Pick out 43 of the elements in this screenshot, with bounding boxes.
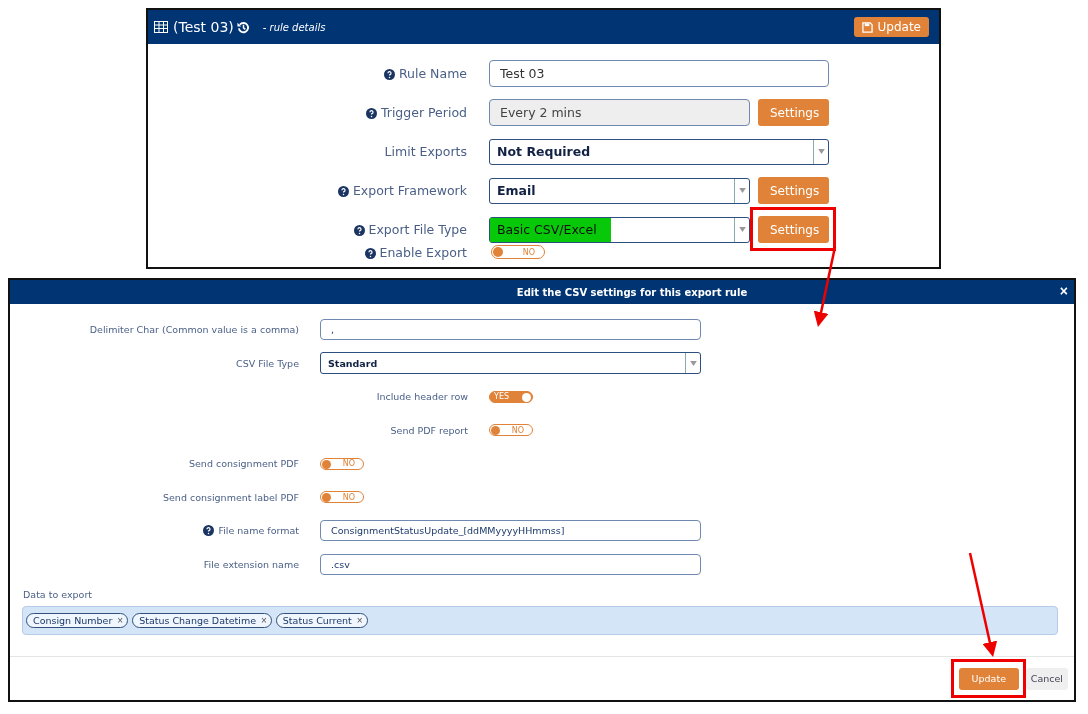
history-icon[interactable] [236, 20, 250, 34]
field-label: Include header row [376, 391, 468, 403]
dropdown-field[interactable]: Basic CSV/Excel [489, 216, 750, 243]
dialog-title: Edit the CSV settings for this export rule [516, 286, 748, 298]
text-field[interactable]: ConsignmentStatusUpdate_[ddMMyyyyHHmmss] [320, 520, 701, 542]
tag-field[interactable]: Consign Number × Status Change Datetime × Status Current × [22, 606, 1058, 635]
dropdown-field[interactable]: Email [489, 177, 750, 204]
cancel-button[interactable]: Cancel [1025, 667, 1068, 690]
tag-label: Status Change Datetime [139, 615, 256, 626]
field-label: Delimiter Char (Common value is a comma) [89, 324, 299, 336]
field-label: Export File Type [368, 222, 467, 237]
text-field[interactable]: .csv [320, 553, 701, 575]
tag-label: Consign Number [33, 615, 113, 626]
panel-title: (Test 03) [173, 19, 234, 35]
remove-tag-button[interactable]: × [117, 615, 124, 626]
field-label: Send PDF report [390, 424, 468, 436]
field-label: File extension name [203, 558, 299, 570]
selected-value: Basic CSV/Excel [490, 217, 611, 242]
selected-value: Standard [327, 356, 379, 371]
selected-value: Email [496, 182, 537, 200]
selected-value: Not Required [496, 143, 592, 161]
field-label: File name format [218, 525, 299, 537]
panel-subtitle: - rule details [262, 21, 326, 33]
section-label: Data to export [23, 589, 94, 600]
tag-label: Status Current [282, 615, 352, 626]
close-button[interactable]: × [1057, 283, 1070, 299]
text-field: Every 2 mins [489, 99, 750, 126]
table-icon [154, 21, 168, 33]
dropdown-field[interactable]: Not Required [489, 138, 829, 165]
field-label: Enable Export [379, 244, 467, 260]
dropdown-field[interactable]: Standard [320, 352, 701, 375]
field-label: Send consignment label PDF [163, 491, 299, 503]
field-label: Send consignment PDF [189, 458, 299, 470]
field-label: Rule Name [398, 66, 467, 81]
text-field[interactable]: Test 03 [489, 60, 829, 87]
save-icon [861, 21, 873, 33]
field-label: CSV File Type [236, 357, 299, 369]
text-field[interactable]: , [320, 319, 701, 341]
field-label: Export Framework [352, 183, 467, 198]
remove-tag-button[interactable]: × [261, 615, 267, 626]
field-label: Trigger Period [380, 105, 467, 120]
remove-tag-button[interactable]: × [356, 615, 363, 626]
field-label: Limit Exports [384, 144, 467, 159]
